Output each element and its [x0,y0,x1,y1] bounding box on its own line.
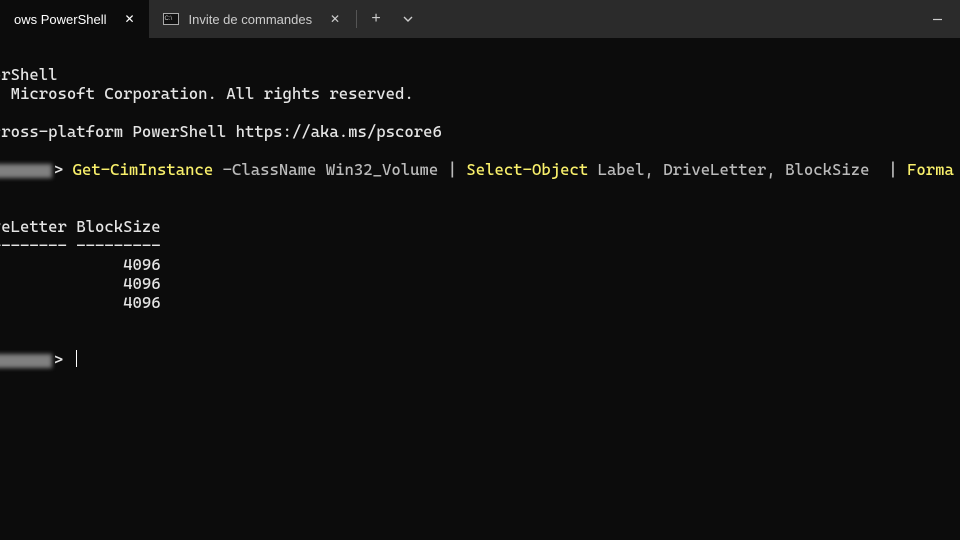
cmd-icon: C:\ [163,11,179,27]
title-bar: ows PowerShell ✕ C:\ Invite de commandes… [0,0,960,38]
divider [356,10,357,28]
table-row: y 4096 [0,274,161,293]
tab-dropdown-button[interactable] [393,0,423,38]
new-tab-button[interactable]: + [359,0,393,38]
tab-label: ows PowerShell [14,12,107,27]
cmdlet: Get-CimInstance [73,160,214,179]
banner-line: ht (C) Microsoft Corporation. All rights… [0,84,414,103]
tab-powershell[interactable]: ows PowerShell ✕ [0,0,149,38]
terminal-body[interactable]: PowerShell ht (C) Microsoft Corporation.… [0,38,960,369]
cmdlet: Forma [907,160,954,179]
close-icon[interactable]: ✕ [121,10,139,28]
tab-label: Invite de commandes [189,12,313,27]
close-icon[interactable]: ✕ [326,10,344,28]
banner-line: PowerShell [0,65,58,84]
cursor [76,350,78,367]
redacted-username [0,354,52,368]
prompt-line: sers\> Get-CimInstance -ClassName Win32_… [0,160,954,179]
redacted-username [0,164,52,178]
table-row: 4096 [0,293,161,312]
cmdlet: Select-Object [466,160,588,179]
window-controls [914,0,960,38]
titlebar-drag-area[interactable] [423,0,914,38]
tab-cmd[interactable]: C:\ Invite de commandes ✕ [149,0,355,38]
chevron-down-icon [402,13,414,25]
table-row: C: 4096 [0,255,161,274]
minimize-button[interactable] [914,0,960,38]
banner-line: new cross-platform PowerShell https://ak… [0,122,442,141]
table-header: DriveLetter BlockSize [0,217,161,236]
prompt-line: sers\> [0,350,77,369]
table-sep: ----------- --------- [0,236,161,255]
